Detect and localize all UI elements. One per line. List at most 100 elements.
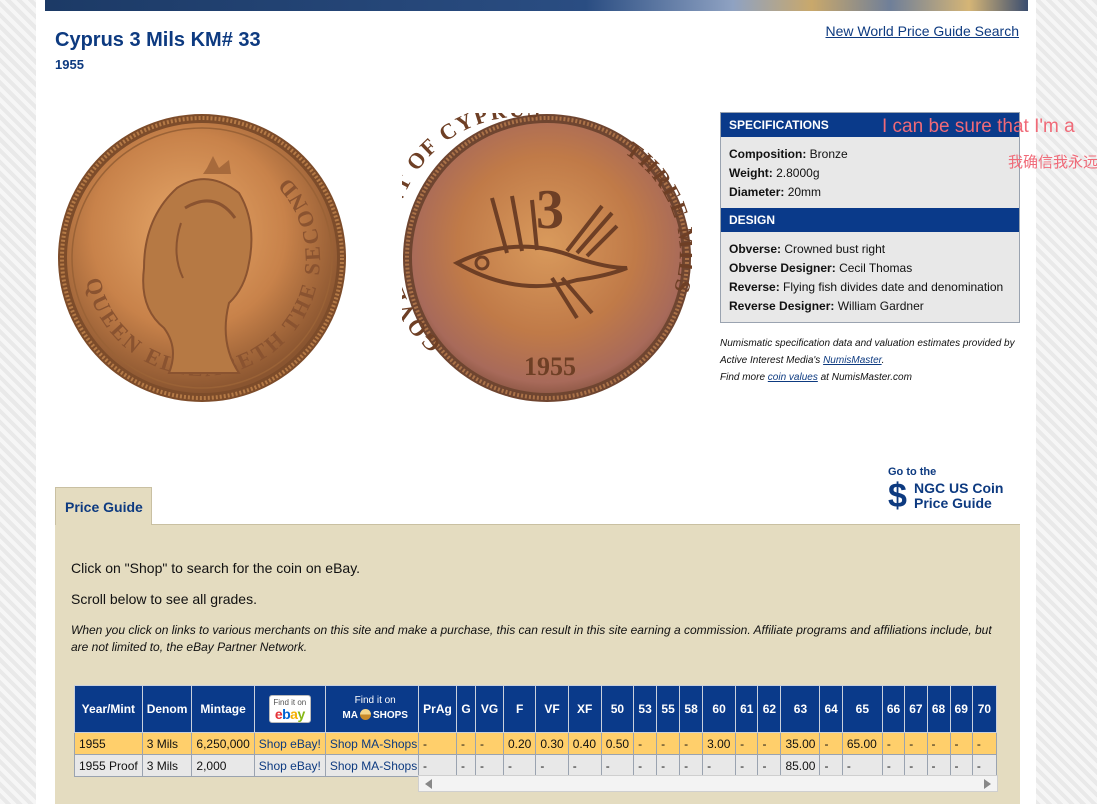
price-table-grades: PrAg G VG F VF XF 50 53 55 58 60 61 62 63 64 65 66 67 68 69… (418, 685, 997, 777)
grade-value: - (656, 754, 681, 777)
grade-value: - (971, 754, 997, 777)
col-grade-60: 60 (702, 685, 737, 733)
grade-value: - (679, 732, 704, 755)
grade-value: - (881, 754, 906, 777)
grade-value: - (633, 754, 658, 777)
col-grade-g: G (456, 685, 476, 733)
grade-value: 35.00 (780, 732, 821, 755)
price-table-fixed: Year/Mint Denom Mintage Find it on ebay … (74, 685, 442, 777)
grade-value: - (502, 754, 537, 777)
table-row: - - -0.20 0.30 0.40 0.50- - -3.00- -35.00-65.00-… (418, 732, 997, 755)
design-obverse-designer: Obverse Designer: Cecil Thomas (729, 261, 913, 275)
grade-value: - (881, 732, 906, 755)
grade-value: - (949, 754, 973, 777)
numismaster-link[interactable]: NumisMaster (823, 355, 882, 366)
design-reverse: Reverse: Flying fish divides date and de… (729, 280, 1004, 294)
col-grade-68: 68 (926, 685, 951, 733)
col-grade-65: 65 (841, 685, 883, 733)
attribution-note: Numismatic specification data and valuat… (720, 338, 1015, 383)
svg-text:1955: 1955 (524, 352, 576, 381)
specifications-body: Composition: Bronze Weight: 2.8000g Diam… (721, 137, 1019, 208)
col-grade-xf: XF (567, 685, 602, 733)
shop-ebay-link[interactable]: Shop eBay! (259, 759, 321, 773)
design-reverse-designer: Reverse Designer: William Gardner (729, 299, 924, 313)
specifications-box: SPECIFICATIONS Composition: Bronze Weigh… (720, 112, 1020, 323)
scroll-right-arrow-icon[interactable] (984, 779, 991, 789)
grade-value: 85.00 (780, 754, 821, 777)
grade-value: - (971, 732, 997, 755)
shop-ma-shops-link[interactable]: Shop MA-Shops! (330, 737, 421, 751)
grade-value: - (475, 732, 504, 755)
instruction-scroll: Scroll below to see all grades. (71, 591, 257, 607)
grade-value: 0.40 (567, 732, 602, 755)
col-grade-prag: PrAg (418, 685, 457, 733)
shop-ma-shops-link[interactable]: Shop MA-Shops! (330, 759, 421, 773)
grade-value: - (456, 732, 476, 755)
col-mintage: Mintage (191, 685, 255, 733)
col-grade-vg: VG (475, 685, 504, 733)
table-row: 1955 Proof 3 Mils 2,000 Shop eBay! Shop … (74, 754, 442, 777)
grade-value: - (535, 754, 569, 777)
col-year-mint: Year/Mint (74, 685, 143, 733)
grade-value: - (633, 732, 658, 755)
grade-value: - (819, 754, 843, 777)
col-grade-61: 61 (735, 685, 759, 733)
overlay-caption-english: I can be sure that I'm a (882, 116, 1075, 137)
instruction-shop: Click on "Shop" to search for the coin o… (71, 560, 361, 576)
affiliate-disclaimer: When you click on links to various merch… (71, 623, 992, 654)
grade-value: - (418, 732, 457, 755)
grade-value: - (735, 754, 759, 777)
grade-value: - (735, 732, 759, 755)
grade-value: - (819, 732, 843, 755)
col-grade-f: F (502, 685, 537, 733)
col-grade-55: 55 (656, 685, 681, 733)
ebay-logo: Find it on ebay (268, 695, 311, 723)
col-grade-70: 70 (971, 685, 997, 733)
col-grade-vf: VF (535, 685, 569, 733)
price-guide-search-link[interactable]: New World Price Guide Search (826, 23, 1019, 39)
grade-value: - (567, 754, 602, 777)
shop-ebay-link[interactable]: Shop eBay! (259, 737, 321, 751)
col-ma-shops: Find it on MA SHOPS (324, 685, 426, 733)
col-grade-67: 67 (904, 685, 928, 733)
grade-value: - (926, 754, 951, 777)
col-grade-62: 62 (757, 685, 782, 733)
grade-value: - (475, 754, 504, 777)
col-ebay: Find it on ebay (253, 685, 326, 733)
scroll-left-arrow-icon[interactable] (425, 779, 432, 789)
grade-value: - (600, 754, 635, 777)
grade-value: 0.30 (535, 732, 569, 755)
coin-reverse-image: GOVERNMENT OF CYPRUS THREE MILS 3 1955 (402, 113, 692, 403)
grade-value: - (656, 732, 681, 755)
design-obverse: Obverse: Crowned bust right (729, 242, 886, 256)
spec-composition: Composition: Bronze (729, 147, 848, 161)
ngc-price-guide-link[interactable]: Go to the $ NGC US Coin Price Guide (888, 466, 1028, 513)
grade-value: 65.00 (841, 732, 883, 755)
col-grade-53: 53 (633, 685, 658, 733)
site-banner (45, 0, 1028, 11)
coin-values-link[interactable]: coin values (768, 372, 818, 383)
col-grade-69: 69 (949, 685, 973, 733)
grade-value: - (904, 754, 928, 777)
grade-value: - (418, 754, 457, 777)
col-grade-63: 63 (780, 685, 821, 733)
col-grade-64: 64 (819, 685, 843, 733)
page-subtitle: 1955 (55, 57, 84, 72)
grade-value: - (841, 754, 883, 777)
spec-weight: Weight: 2.8000g (729, 166, 820, 180)
grade-value: - (926, 732, 951, 755)
col-grade-50: 50 (600, 685, 635, 733)
grade-value: - (679, 754, 704, 777)
spec-diameter: Diameter: 20mm (729, 185, 822, 199)
col-denom: Denom (141, 685, 193, 733)
col-grade-58: 58 (679, 685, 704, 733)
design-heading: DESIGN (721, 208, 1019, 232)
grade-value: 3.00 (702, 732, 737, 755)
coin-obverse-image: QUEEN ELIZABETH THE SECOND (57, 113, 347, 403)
grade-value: - (904, 732, 928, 755)
ma-shops-logo: Find it on MA SHOPS (342, 695, 408, 721)
tab-price-guide[interactable]: Price Guide (55, 487, 152, 525)
grades-horizontal-scrollbar[interactable] (418, 775, 998, 792)
grade-value: - (702, 754, 737, 777)
page-title: Cyprus 3 Mils KM# 33 (55, 29, 261, 51)
